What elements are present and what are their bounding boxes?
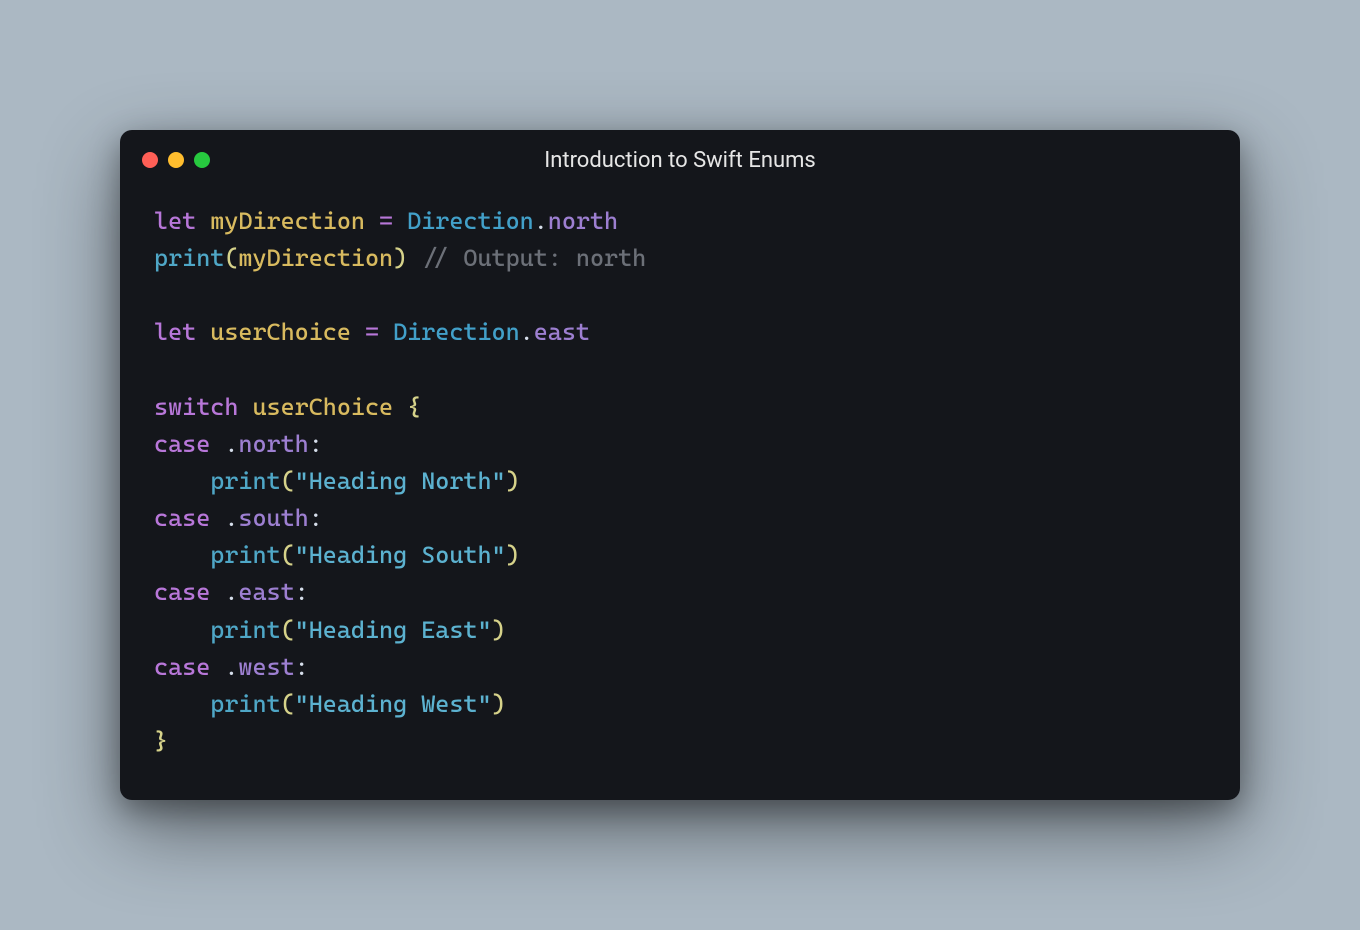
op-eq: = xyxy=(365,318,379,346)
arg-myDirection: myDirection xyxy=(238,244,393,272)
kw-case: case xyxy=(154,504,210,532)
case-name: east xyxy=(238,578,294,606)
fn-print: print xyxy=(154,244,224,272)
str: "Heading North" xyxy=(295,467,506,495)
str: "Heading West" xyxy=(295,690,492,718)
kw-case: case xyxy=(154,578,210,606)
case-name: north xyxy=(238,430,308,458)
op-eq: = xyxy=(379,207,393,235)
dot: . xyxy=(520,318,534,346)
type-direction: Direction xyxy=(393,318,520,346)
lparen: ( xyxy=(281,690,295,718)
kw-switch: switch xyxy=(154,393,238,421)
lparen: ( xyxy=(281,541,295,569)
close-icon[interactable] xyxy=(142,152,158,168)
rparen: ) xyxy=(393,244,407,272)
str: "Heading South" xyxy=(295,541,506,569)
rparen: ) xyxy=(506,541,520,569)
rparen: ) xyxy=(492,690,506,718)
case-east: east xyxy=(534,318,590,346)
dot: . xyxy=(534,207,548,235)
rparen: ) xyxy=(506,467,520,495)
kw-let: let xyxy=(154,207,196,235)
lparen: ( xyxy=(281,467,295,495)
window-controls xyxy=(142,152,210,168)
code-editor[interactable]: let myDirection = Direction.north print(… xyxy=(120,183,1240,801)
case-name: south xyxy=(238,504,308,532)
colon: : xyxy=(295,578,309,606)
window-title: Introduction to Swift Enums xyxy=(142,148,1218,173)
dot: . xyxy=(224,504,238,532)
dot: . xyxy=(224,578,238,606)
fn-print: print xyxy=(210,467,280,495)
minimize-icon[interactable] xyxy=(168,152,184,168)
titlebar: Introduction to Swift Enums xyxy=(120,130,1240,183)
var-userChoice: userChoice xyxy=(252,393,393,421)
rparen: ) xyxy=(492,616,506,644)
colon: : xyxy=(295,653,309,681)
kw-case: case xyxy=(154,653,210,681)
colon: : xyxy=(309,504,323,532)
kw-case: case xyxy=(154,430,210,458)
open-brace: { xyxy=(407,393,421,421)
var-myDirection: myDirection xyxy=(210,207,365,235)
var-userChoice: userChoice xyxy=(210,318,351,346)
kw-let: let xyxy=(154,318,196,346)
str: "Heading East" xyxy=(295,616,492,644)
case-name: west xyxy=(238,653,294,681)
fn-print: print xyxy=(210,690,280,718)
case-north: north xyxy=(548,207,618,235)
maximize-icon[interactable] xyxy=(194,152,210,168)
comment: // Output: north xyxy=(421,244,646,272)
dot: . xyxy=(224,653,238,681)
fn-print: print xyxy=(210,541,280,569)
lparen: ( xyxy=(281,616,295,644)
dot: . xyxy=(224,430,238,458)
lparen: ( xyxy=(224,244,238,272)
close-brace: } xyxy=(154,727,168,755)
code-window: Introduction to Swift Enums let myDirect… xyxy=(120,130,1240,801)
fn-print: print xyxy=(210,616,280,644)
colon: : xyxy=(309,430,323,458)
type-direction: Direction xyxy=(407,207,534,235)
